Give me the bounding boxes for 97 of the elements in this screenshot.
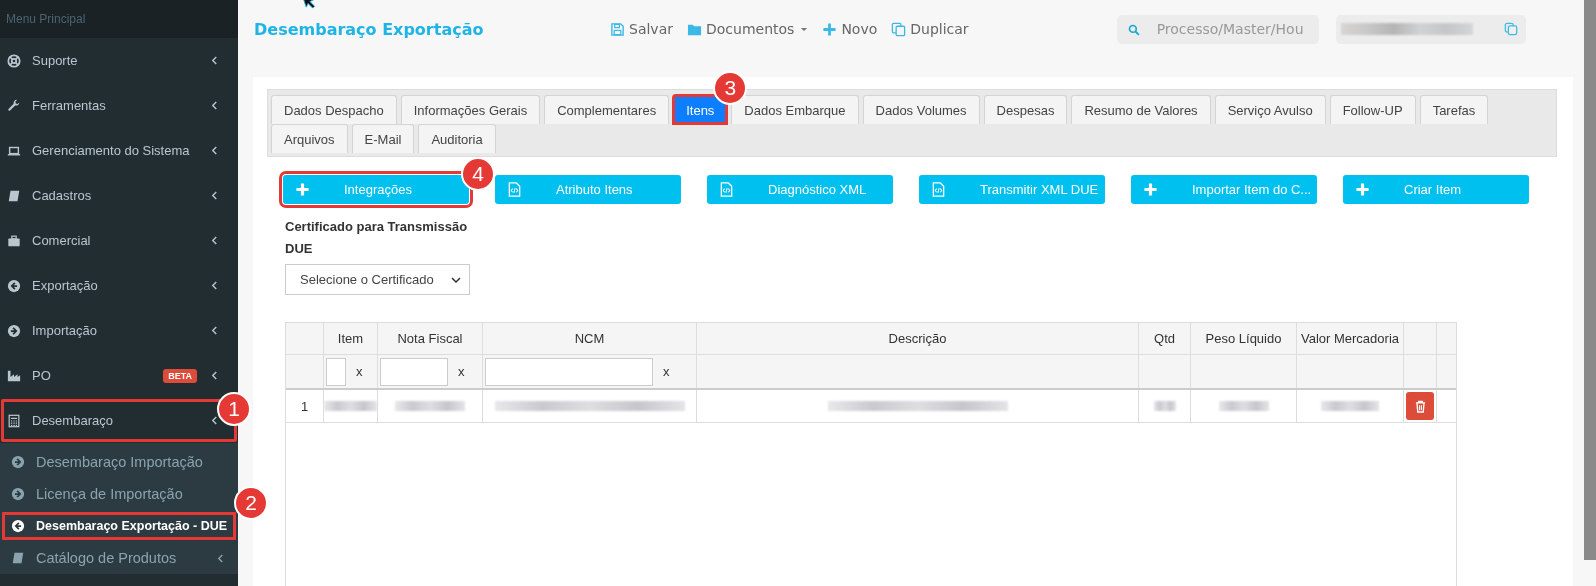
menu-header: Menu Principal xyxy=(0,0,238,38)
tab[interactable]: Arquivos xyxy=(271,124,348,153)
column-header[interactable]: Item xyxy=(337,331,364,346)
menu-item[interactable]: Cadastros xyxy=(0,173,238,218)
tab[interactable]: Informações Gerais xyxy=(400,95,541,124)
toolbar-button[interactable]: Novo xyxy=(822,21,878,37)
menu-item[interactable]: Comercial xyxy=(0,218,238,263)
tab[interactable]: Tarefas xyxy=(1419,95,1489,124)
chevron-icon xyxy=(211,101,218,110)
copy-icon[interactable] xyxy=(1503,22,1518,36)
submenu-item[interactable]: Desembaraço Exportação - DUE xyxy=(11,519,228,533)
book-icon xyxy=(11,551,25,565)
circle-left-icon xyxy=(7,278,21,293)
plus-icon xyxy=(822,21,838,37)
certificate-select[interactable]: Selecione o Certificado xyxy=(285,264,470,295)
trash-icon xyxy=(1414,399,1426,413)
menu-item[interactable]: Suporte xyxy=(0,38,238,83)
book-icon xyxy=(7,188,21,203)
callout-number: 2 xyxy=(234,486,268,520)
chevron-icon xyxy=(211,56,218,65)
redacted-text xyxy=(395,401,465,411)
chevron-icon xyxy=(211,191,218,200)
briefcase-icon xyxy=(7,233,21,248)
tab[interactable]: Itens xyxy=(673,95,728,124)
submenu-item[interactable]: Licença de Importação xyxy=(11,486,183,502)
chevron-icon xyxy=(211,371,218,380)
chevron-icon xyxy=(211,281,218,290)
callout-number: 1 xyxy=(217,392,251,426)
toolbar-button[interactable]: Salvar xyxy=(610,21,673,37)
tab[interactable]: Auditoria xyxy=(418,124,496,153)
plus-icon xyxy=(295,182,310,197)
callout-number: 3 xyxy=(713,71,748,105)
circle-left-icon xyxy=(11,519,25,533)
tab[interactable]: Serviço Avulso xyxy=(1214,95,1326,124)
tab[interactable]: Dados Despacho xyxy=(271,95,397,124)
column-header[interactable]: NCM xyxy=(574,331,605,346)
submenu-item[interactable]: Desembaraço Importação xyxy=(11,454,203,470)
chevron-icon xyxy=(217,553,224,563)
redacted-text xyxy=(1153,401,1176,411)
industry-icon xyxy=(7,368,21,383)
process-field[interactable] xyxy=(1335,14,1526,44)
menu-item[interactable]: Ferramentas xyxy=(0,83,238,128)
lifebuoy-icon xyxy=(7,53,21,68)
tab[interactable]: E-Mail xyxy=(351,124,415,153)
redacted-text xyxy=(1321,401,1379,411)
code-file-icon xyxy=(719,182,734,197)
menu-item[interactable]: Gerenciamento do Sistema xyxy=(0,128,238,173)
scrollbar[interactable] xyxy=(1584,0,1596,560)
certificate-label: Certificado para Transmissão DUE xyxy=(285,218,469,258)
search-field[interactable]: Processo/Master/Hou xyxy=(1116,14,1319,44)
tab[interactable]: Resumo de Valores xyxy=(1071,95,1211,124)
column-header[interactable]: Descrição xyxy=(888,331,947,346)
column-header[interactable]: Peso Líquido xyxy=(1205,331,1282,346)
toolbar-button[interactable]: Duplicar xyxy=(891,21,969,37)
clear-filter-button[interactable]: x xyxy=(356,364,363,379)
wrench-icon xyxy=(7,98,21,113)
calculator-icon xyxy=(7,413,21,428)
clear-filter-button[interactable]: x xyxy=(663,364,670,379)
beta-badge: BETA xyxy=(163,368,197,383)
chevron-icon xyxy=(451,276,461,283)
page-title: Desembaraço Exportação xyxy=(254,19,485,39)
circle-right-icon xyxy=(7,323,21,338)
filter-input[interactable] xyxy=(326,357,346,386)
menu-item[interactable]: Exportação xyxy=(0,263,238,308)
redacted-text xyxy=(324,401,377,411)
chevron-icon xyxy=(211,236,218,245)
delete-button[interactable] xyxy=(1406,392,1434,420)
save-icon xyxy=(610,21,625,37)
plus-icon xyxy=(1355,182,1370,197)
callout-number: 4 xyxy=(461,157,495,191)
menu-item[interactable]: Importação xyxy=(0,308,238,353)
tab[interactable]: Follow-UP xyxy=(1329,95,1416,124)
column-header[interactable]: Valor Mercadoria xyxy=(1301,331,1399,346)
submenu-item[interactable]: Catálogo de Produtos xyxy=(11,550,177,566)
row-number: 1 xyxy=(300,398,309,414)
tab[interactable]: Despesas xyxy=(983,95,1068,124)
copy-icon xyxy=(891,21,907,37)
circle-right-icon xyxy=(11,455,25,469)
search-icon xyxy=(1127,23,1140,36)
code-file-icon xyxy=(931,182,946,197)
chevron-icon xyxy=(211,416,218,425)
chevron-icon xyxy=(211,326,218,335)
redacted-text xyxy=(1218,401,1269,411)
column-header[interactable]: Qtd xyxy=(1154,331,1175,346)
column-header[interactable]: Nota Fiscal xyxy=(397,331,463,346)
tab[interactable]: Dados Volumes xyxy=(862,95,980,124)
chevron-icon xyxy=(211,146,218,155)
caret-icon xyxy=(800,26,809,32)
filter-input[interactable] xyxy=(380,357,448,386)
plus-icon xyxy=(1143,182,1158,197)
circle-right-icon xyxy=(11,487,25,501)
tab[interactable]: Complementares xyxy=(544,95,670,124)
filter-input[interactable] xyxy=(485,357,653,386)
code-file-icon xyxy=(507,182,522,197)
toolbar-button[interactable]: Documentos xyxy=(687,21,809,37)
clear-filter-button[interactable]: x xyxy=(458,364,465,379)
tab[interactable]: Dados Embarque xyxy=(731,95,859,124)
